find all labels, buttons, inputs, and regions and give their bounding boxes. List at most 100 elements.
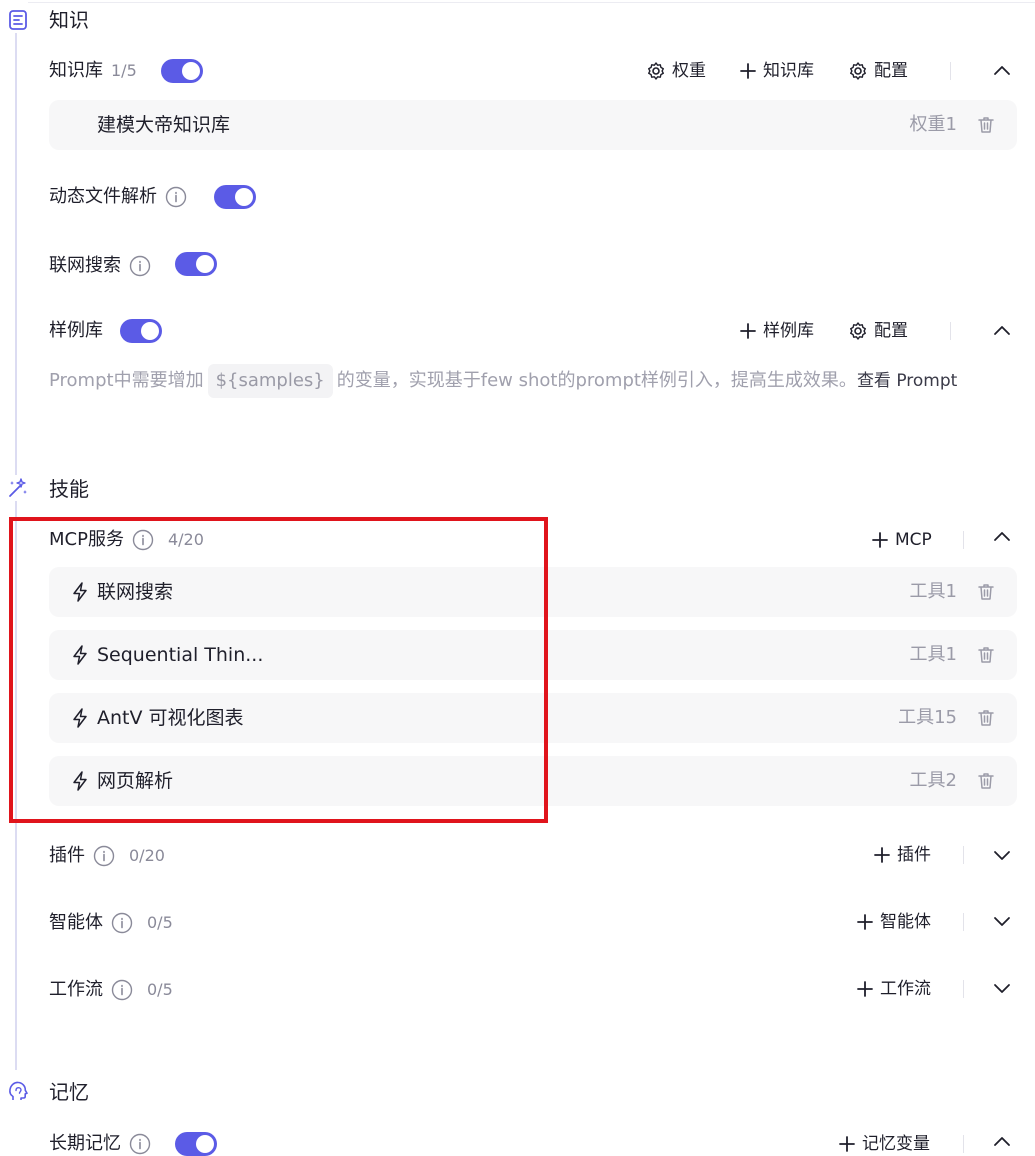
trash-icon[interactable] (975, 707, 997, 729)
kb-count: 1/5 (111, 61, 137, 80)
web-search-toggle[interactable] (175, 252, 217, 276)
plus-icon (857, 914, 873, 930)
samples-description: Prompt中需要增加 ${samples} 的变量，实现基于few shot的pr… (49, 364, 989, 398)
add-plugin-button[interactable]: 插件 (873, 843, 931, 867)
plugins-row: 插件 0/20 (49, 844, 165, 868)
long-term-memory-toggle[interactable] (175, 1132, 217, 1156)
workflows-label: 工作流 (49, 979, 103, 1000)
kb-label-text: 知识库 (49, 60, 103, 81)
divider (963, 913, 964, 931)
document-icon (5, 7, 31, 33)
add-mcp-label: MCP (895, 530, 932, 550)
dynamic-parse-toggle[interactable] (214, 185, 256, 209)
add-kb-label: 知识库 (763, 61, 814, 81)
gear-icon (850, 62, 866, 80)
info-icon[interactable] (165, 186, 187, 208)
mcp-item-tools: 工具2 (909, 770, 957, 791)
mcp-item-tools: 工具1 (909, 581, 957, 602)
divider (963, 980, 964, 998)
samples-config-label: 配置 (874, 321, 908, 341)
plugins-label: 插件 (49, 845, 85, 866)
kb-item-card[interactable]: 建模大帝知识库 权重1 (49, 100, 1017, 150)
chevron-up-icon[interactable] (990, 1130, 1014, 1154)
chevron-down-icon[interactable] (990, 843, 1014, 867)
section-title-skills: 技能 (49, 477, 89, 501)
top-divider (28, 2, 1035, 3)
desc-text: Prompt中需要增加 (49, 370, 204, 391)
divider (963, 846, 964, 864)
section-title-knowledge: 知识 (49, 8, 89, 32)
samples-config-button[interactable]: 配置 (848, 319, 908, 343)
brain-head-icon (5, 1078, 31, 1104)
divider (963, 1135, 964, 1153)
gear-icon (850, 322, 866, 340)
workflows-count: 0/5 (147, 980, 173, 999)
section-title-memory: 记忆 (49, 1080, 89, 1104)
plus-icon (872, 532, 888, 548)
info-icon[interactable] (111, 912, 133, 934)
magic-sparkle-icon (5, 475, 31, 501)
samples-row: 样例库 (49, 319, 103, 343)
dynamic-parse-row: 动态文件解析 (49, 185, 187, 209)
kb-item-weight: 权重1 (909, 114, 957, 135)
trash-icon[interactable] (975, 581, 997, 603)
add-workflow-button[interactable]: 工作流 (856, 977, 931, 1001)
kb-weight-label: 权重 (672, 61, 706, 81)
web-search-row: 联网搜索 (49, 254, 151, 278)
kb-weight-button[interactable]: 权重 (646, 59, 706, 83)
plugins-count: 0/20 (129, 846, 165, 865)
add-samples-button[interactable]: 样例库 (739, 319, 814, 343)
add-memory-variable-button[interactable]: 记忆变量 (838, 1132, 930, 1156)
info-icon[interactable] (93, 845, 115, 867)
desc-text: 的变量，实现基于few shot的prompt样例引入，提高生成效果。 (336, 370, 857, 391)
dynamic-parse-label: 动态文件解析 (49, 186, 157, 207)
samples-toggle[interactable] (120, 319, 162, 343)
knowledge-base-label: 知识库 1/5 (49, 59, 137, 83)
web-search-label: 联网搜索 (49, 255, 121, 276)
trash-icon[interactable] (975, 770, 997, 792)
chevron-up-icon[interactable] (990, 59, 1014, 83)
add-agent-button[interactable]: 智能体 (856, 910, 931, 934)
plus-icon (857, 981, 873, 997)
add-agent-label: 智能体 (880, 912, 931, 932)
add-plugin-label: 插件 (897, 845, 931, 865)
kb-config-label: 配置 (874, 61, 908, 81)
agents-count: 0/5 (147, 913, 173, 932)
chevron-down-icon[interactable] (990, 909, 1014, 933)
trash-icon[interactable] (975, 114, 997, 136)
gear-icon (648, 62, 664, 80)
samples-label: 样例库 (49, 320, 103, 341)
workflows-row: 工作流 0/5 (49, 978, 173, 1002)
info-icon[interactable] (111, 979, 133, 1001)
add-kb-button[interactable]: 知识库 (739, 59, 814, 83)
divider (963, 531, 964, 549)
add-mcp-button[interactable]: MCP (871, 528, 932, 552)
plus-icon (839, 1136, 855, 1152)
divider (950, 62, 951, 80)
kb-toggle[interactable] (161, 59, 203, 83)
add-samples-label: 样例库 (763, 321, 814, 341)
kb-item-name: 建模大帝知识库 (97, 114, 231, 136)
samples-variable-code: ${samples} (207, 364, 333, 398)
view-prompt-link[interactable]: 查看 Prompt (857, 371, 957, 391)
add-workflow-label: 工作流 (880, 979, 931, 999)
trash-icon[interactable] (975, 644, 997, 666)
agents-label: 智能体 (49, 912, 103, 933)
long-term-memory-label: 长期记忆 (49, 1133, 121, 1154)
info-icon[interactable] (129, 255, 151, 277)
chevron-up-icon[interactable] (990, 319, 1014, 343)
kb-config-button[interactable]: 配置 (848, 59, 908, 83)
mcp-item-tools: 工具1 (909, 644, 957, 665)
chevron-down-icon[interactable] (990, 976, 1014, 1000)
agents-row: 智能体 0/5 (49, 911, 173, 935)
long-term-memory-row: 长期记忆 (49, 1132, 151, 1156)
chevron-up-icon[interactable] (990, 525, 1014, 549)
add-memory-variable-label: 记忆变量 (862, 1134, 930, 1154)
plus-icon (874, 847, 890, 863)
plus-icon (740, 323, 756, 339)
plus-icon (740, 63, 756, 79)
highlight-box (9, 517, 548, 823)
mcp-item-tools: 工具15 (898, 707, 957, 728)
info-icon[interactable] (129, 1133, 151, 1155)
divider (950, 322, 951, 340)
